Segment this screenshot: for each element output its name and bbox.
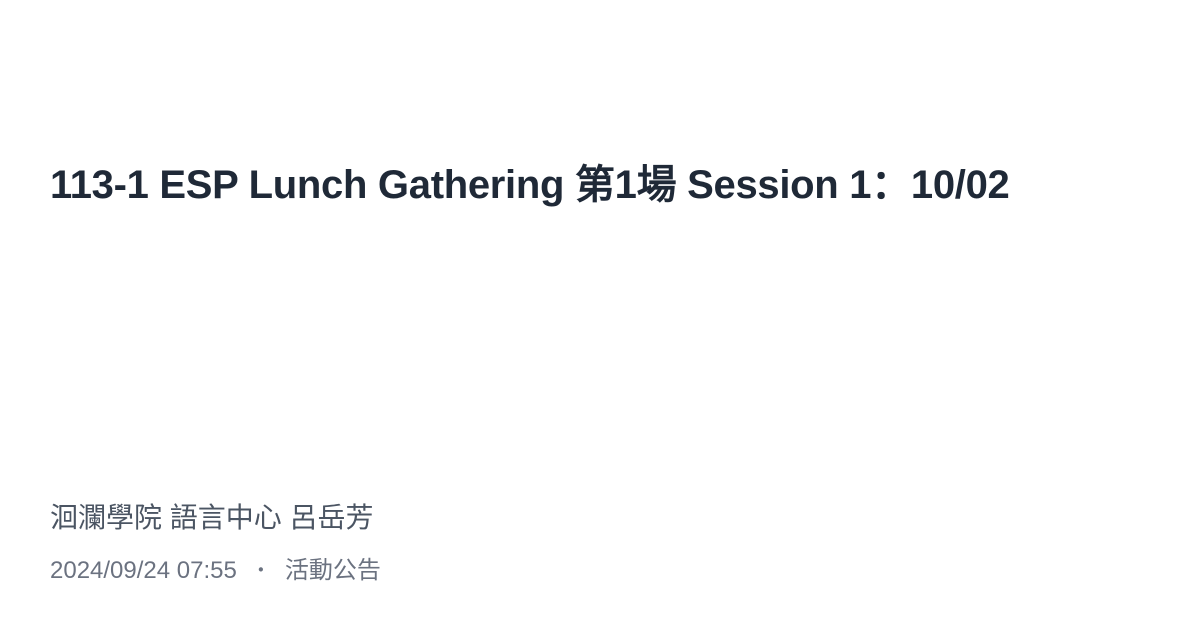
meta-separator: ・	[250, 560, 271, 582]
post-author: 洄瀾學院 語言中心 呂岳芳	[50, 502, 374, 533]
post-title: 113-1 ESP Lunch Gathering 第1場 Session 1：…	[50, 163, 1010, 207]
post-date: 2024/09/24 07:55	[50, 557, 237, 584]
post-preview-card: 113-1 ESP Lunch Gathering 第1場 Session 1：…	[0, 0, 1200, 630]
post-meta: 2024/09/24 07:55 ・ 活動公告	[50, 556, 381, 586]
post-category: 活動公告	[284, 557, 381, 584]
